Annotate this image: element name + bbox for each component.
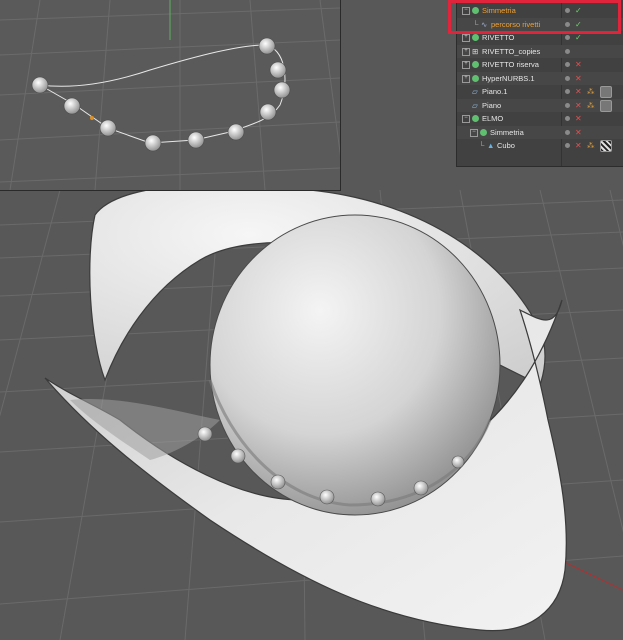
hypernurbs-icon: [472, 74, 479, 82]
rivet: [370, 491, 386, 507]
spline-point[interactable]: [90, 116, 94, 120]
disabled-x-icon[interactable]: ✕: [575, 139, 582, 153]
om-row-label: Cubo: [497, 141, 515, 150]
expand-toggle-icon[interactable]: +: [462, 34, 470, 42]
rivet: [187, 131, 205, 149]
om-row-simmetria-child[interactable]: − Simmetria ✕: [457, 125, 623, 140]
disabled-x-icon[interactable]: ✕: [575, 126, 582, 140]
om-row-cubo[interactable]: └ ▲ Cubo ✕ ⁂: [457, 139, 623, 153]
disabled-x-icon[interactable]: ✕: [575, 112, 582, 126]
visibility-dot-icon[interactable]: [565, 116, 570, 121]
rivet: [144, 134, 162, 152]
rivet: [99, 119, 117, 137]
rivet: [31, 76, 49, 94]
rivet: [270, 474, 286, 490]
cloner-icon: ⊞: [472, 46, 479, 56]
null-object-icon: [472, 61, 479, 68]
visibility-dot-icon[interactable]: [565, 62, 570, 67]
visibility-dot-icon[interactable]: [565, 48, 570, 54]
om-row-label: Piano.1: [482, 87, 508, 96]
rivet: [259, 103, 277, 121]
om-row-label: RIVETTO_copies: [482, 46, 541, 56]
material-tag-icon[interactable]: [600, 99, 612, 112]
rivet: [63, 97, 81, 115]
plane-icon: ▱: [472, 87, 478, 96]
rivet: [273, 81, 291, 99]
collapse-toggle-icon[interactable]: −: [462, 115, 470, 123]
om-row-label: HyperNURBS.1: [482, 73, 535, 83]
visibility-dot-icon[interactable]: [565, 143, 570, 148]
disabled-x-icon[interactable]: ✕: [575, 72, 582, 86]
visibility-dot-icon[interactable]: [565, 102, 570, 108]
rivet: [258, 37, 276, 55]
null-object-icon: [472, 115, 479, 122]
om-row-label: RIVETTO riserva: [482, 60, 539, 69]
inset-canvas[interactable]: [0, 0, 340, 190]
3d-viewport[interactable]: − Simmetria ✓ └ ∿ percorso rivetti ✓ + R…: [0, 0, 623, 640]
disabled-x-icon[interactable]: ✕: [575, 85, 582, 99]
tree-branch: └: [479, 141, 485, 150]
helmet-dome[interactable]: [209, 214, 501, 516]
material-tag-icon[interactable]: [600, 86, 612, 98]
visibility-dot-icon[interactable]: [565, 89, 570, 94]
cube-icon: ▲: [487, 141, 495, 150]
om-row-label: ELMO: [482, 114, 504, 123]
visibility-dot-icon[interactable]: [565, 35, 570, 40]
om-row-rivetto-copies[interactable]: + ⊞ RIVETTO_copies: [457, 44, 623, 58]
disabled-x-icon[interactable]: ✕: [575, 99, 582, 113]
om-row-elmo[interactable]: − ELMO ✕: [457, 112, 623, 126]
symmetry-icon: [480, 128, 487, 136]
expand-toggle-icon[interactable]: +: [462, 74, 470, 83]
inset-viewport[interactable]: [0, 0, 341, 191]
phong-tag-icon[interactable]: ⁂: [587, 99, 595, 113]
expand-toggle-icon[interactable]: +: [462, 61, 470, 69]
rivet: [230, 448, 246, 464]
rivet: [227, 123, 245, 141]
plane-icon: ▱: [472, 100, 478, 110]
om-row-hypernurbs[interactable]: + HyperNURBS.1 ✕: [457, 71, 623, 86]
om-row-piano[interactable]: ▱ Piano ✕ ⁂: [457, 98, 623, 113]
phong-tag-icon[interactable]: ⁂: [587, 85, 595, 99]
om-row-rivetto-riserva[interactable]: + RIVETTO riserva ✕: [457, 58, 623, 72]
rivet: [413, 480, 429, 496]
phong-tag-icon[interactable]: ⁂: [587, 139, 595, 153]
selection-highlight-frame: [448, 0, 621, 34]
rivet: [451, 455, 465, 469]
om-row-label: Simmetria: [490, 127, 524, 137]
null-object-icon: [472, 34, 479, 41]
texture-tag-icon[interactable]: [600, 140, 612, 152]
visibility-dot-icon[interactable]: [565, 75, 570, 81]
om-row-piano-1[interactable]: ▱ Piano.1 ✕ ⁂: [457, 85, 623, 99]
collapse-toggle-icon[interactable]: −: [470, 128, 478, 137]
om-row-label: Piano: [482, 100, 502, 110]
visibility-dot-icon[interactable]: [565, 129, 570, 135]
rivet: [319, 489, 335, 505]
disabled-x-icon[interactable]: ✕: [575, 58, 582, 72]
rivet: [197, 426, 213, 442]
expand-toggle-icon[interactable]: +: [462, 47, 470, 56]
rivet: [269, 61, 287, 79]
